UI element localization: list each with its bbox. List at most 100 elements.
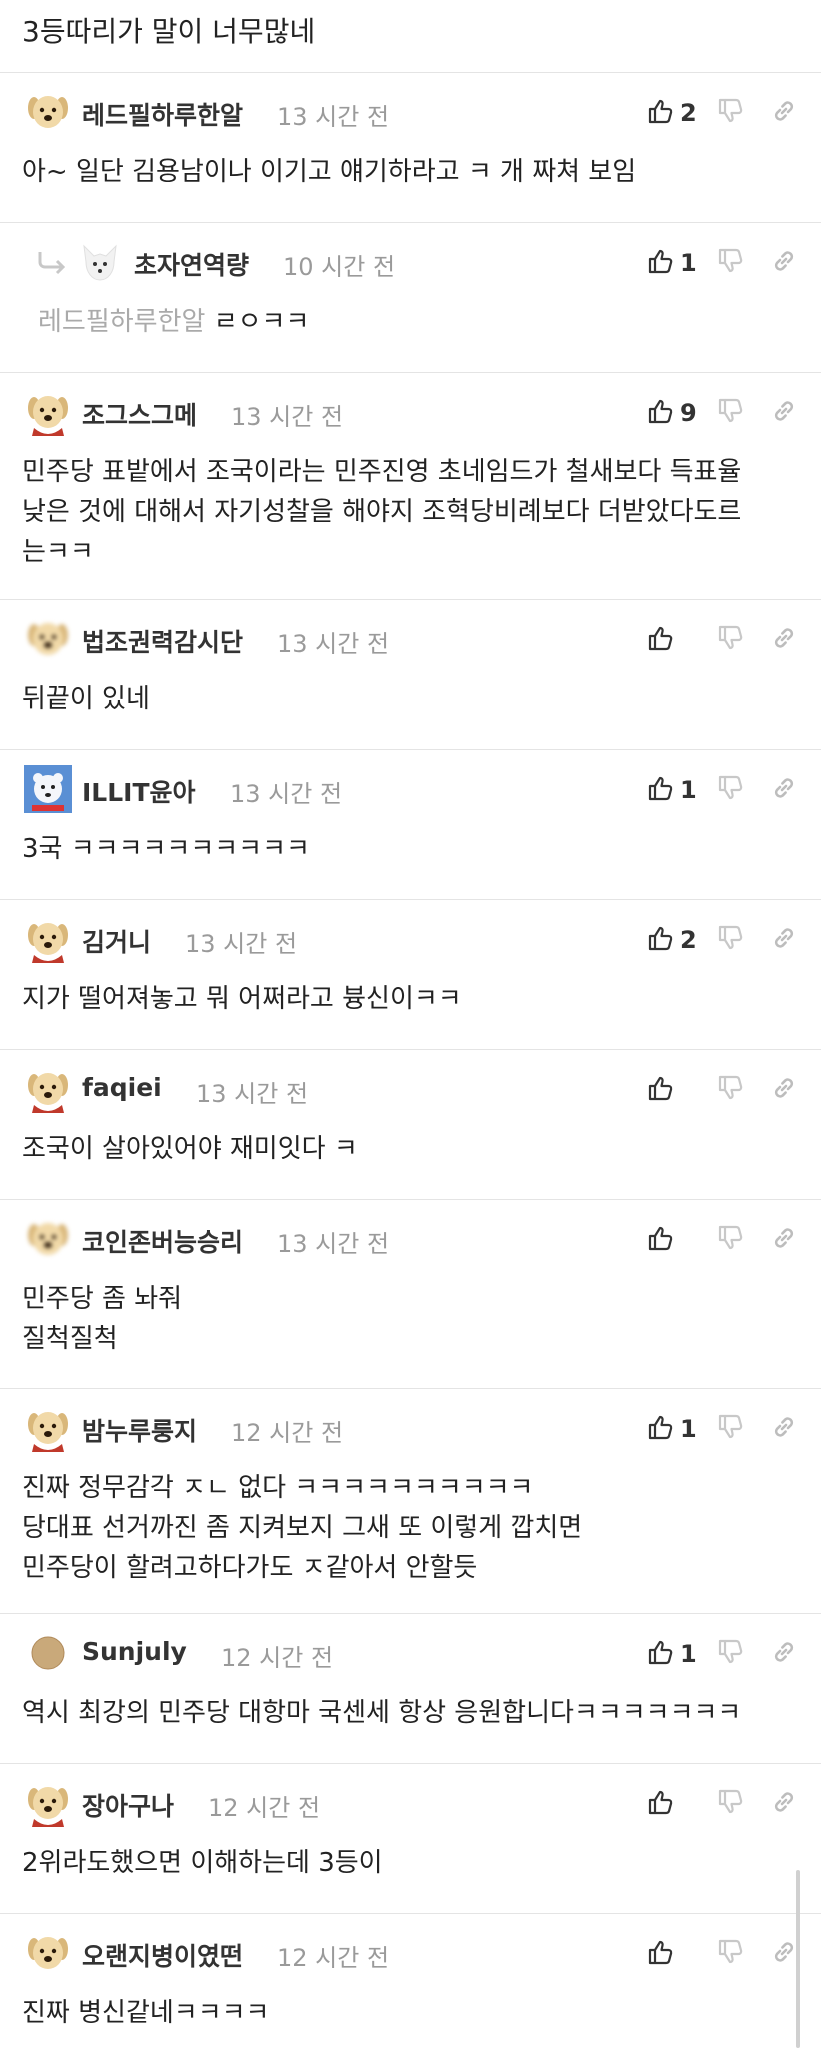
link-icon[interactable]: [770, 397, 798, 429]
thumbs-down-icon[interactable]: [716, 1638, 744, 1670]
thumbs-down-icon[interactable]: [716, 97, 744, 129]
thumbs-down-icon[interactable]: [716, 774, 744, 806]
comment-text: 진짜 병신같네ㅋㅋㅋㅋ: [22, 1998, 270, 2028]
avatar[interactable]: [24, 1779, 72, 1827]
comment-text: 질척질척: [22, 1324, 118, 1354]
reply-arrow-icon: [36, 248, 68, 280]
thumbs-down-icon[interactable]: [716, 1074, 744, 1106]
avatar[interactable]: [24, 388, 72, 436]
nickname[interactable]: 밤누루룽지: [82, 1412, 197, 1448]
comment-text: 낮은 것에 대해서 자기성찰을 해야지 조혁당비례보다 더받았다도르: [22, 497, 742, 527]
nickname[interactable]: 조그스그메: [82, 396, 197, 432]
avatar[interactable]: [76, 238, 124, 286]
avatar[interactable]: [24, 1629, 72, 1677]
timestamp: 12 시간 전: [221, 1644, 334, 1672]
like-count: 1: [680, 1640, 697, 1668]
like-button[interactable]: 2: [646, 97, 697, 129]
divider: [0, 1913, 821, 1914]
like-count: 2: [680, 99, 697, 127]
like-button[interactable]: 9: [646, 397, 697, 429]
avatar[interactable]: [24, 615, 72, 663]
divider: [0, 899, 821, 900]
thumbs-up-icon: [646, 774, 674, 806]
thumbs-down-icon[interactable]: [716, 1413, 744, 1445]
thumbs-down-icon[interactable]: [716, 924, 744, 956]
like-button[interactable]: [646, 624, 680, 656]
thumbs-down-icon[interactable]: [716, 1224, 744, 1256]
avatar[interactable]: [24, 765, 72, 813]
comment-text: 진짜 정무감각 ㅈㄴ 없다 ㅋㅋㅋㅋㅋㅋㅋㅋㅋㅋ: [22, 1473, 534, 1503]
like-button[interactable]: 1: [646, 1638, 697, 1670]
like-count: 1: [680, 776, 697, 804]
nickname[interactable]: 법조권력감시단: [82, 623, 243, 659]
link-icon[interactable]: [770, 1413, 798, 1445]
timestamp: 12 시간 전: [208, 1794, 321, 1822]
comment-text: 민주당이 할려고하다가도 ㅈ같아서 안할듯: [22, 1553, 478, 1583]
comment-text: 민주당 좀 놔줘: [22, 1284, 183, 1314]
divider: [0, 1049, 821, 1050]
comment-text: 아~ 일단 김용남이나 이기고 얘기하라고 ㅋ 개 짜쳐 보임: [22, 157, 637, 187]
link-icon[interactable]: [770, 1224, 798, 1256]
thumbs-down-icon[interactable]: [716, 247, 744, 279]
link-icon[interactable]: [770, 924, 798, 956]
thumbs-up-icon: [646, 1788, 674, 1820]
like-button[interactable]: 1: [646, 247, 697, 279]
nickname[interactable]: 오랜지병이였떤: [82, 1937, 243, 1973]
like-button[interactable]: 1: [646, 1413, 697, 1445]
nickname[interactable]: 김거니: [82, 923, 151, 959]
thumbs-down-icon[interactable]: [716, 397, 744, 429]
nickname[interactable]: Sunjuly: [82, 1637, 187, 1666]
nickname[interactable]: 레드필하루한알: [82, 96, 243, 132]
link-icon[interactable]: [770, 1938, 798, 1970]
nickname[interactable]: 장아구나: [82, 1787, 174, 1823]
like-button[interactable]: 1: [646, 774, 697, 806]
avatar[interactable]: [24, 88, 72, 136]
link-icon[interactable]: [770, 1074, 798, 1106]
link-icon[interactable]: [770, 774, 798, 806]
timestamp: 10 시간 전: [283, 253, 396, 281]
nickname[interactable]: 초자연역량: [134, 246, 249, 282]
reply-target[interactable]: 레드필하루한알: [38, 307, 205, 337]
comment-text: 당대표 선거까진 좀 지켜보지 그새 또 이렇게 깝치면: [22, 1513, 583, 1543]
link-icon[interactable]: [770, 1788, 798, 1820]
thumbs-down-icon[interactable]: [716, 624, 744, 656]
comment-body: 3등따리가 말이 너무많네: [22, 15, 316, 48]
comment-text: 2위라도했으면 이해하는데 3등이: [22, 1848, 383, 1878]
avatar[interactable]: [24, 915, 72, 963]
link-icon[interactable]: [770, 1638, 798, 1670]
comment-text: 역시 최강의 민주당 대항마 국센세 항상 응원합니다ㅋㅋㅋㅋㅋㅋㅋ: [22, 1698, 742, 1728]
link-icon[interactable]: [770, 624, 798, 656]
comment-text: 지가 떨어져놓고 뭐 어쩌라고 븅신이ㅋㅋ: [22, 984, 462, 1014]
comment-text: 민주당 표밭에서 조국이라는 민주진영 초네임드가 철새보다 득표율: [22, 457, 742, 487]
timestamp: 12 시간 전: [277, 1944, 390, 1972]
thumbs-up-icon: [646, 1074, 674, 1106]
link-icon[interactable]: [770, 247, 798, 279]
divider: [0, 72, 821, 73]
avatar[interactable]: [24, 1404, 72, 1452]
timestamp: 12 시간 전: [231, 1419, 344, 1447]
link-icon[interactable]: [770, 97, 798, 129]
comment-body: 레드필하루한알 ㄹㅇㅋㅋ: [38, 302, 309, 342]
timestamp: 13 시간 전: [230, 780, 343, 808]
like-button[interactable]: 2: [646, 924, 697, 956]
scrollbar[interactable]: [796, 1870, 800, 2048]
like-button[interactable]: [646, 1224, 680, 1256]
like-button[interactable]: [646, 1938, 680, 1970]
nickname[interactable]: faqiei: [82, 1073, 162, 1102]
avatar[interactable]: [24, 1929, 72, 1977]
thumbs-up-icon: [646, 924, 674, 956]
divider: [0, 222, 821, 223]
thumbs-down-icon[interactable]: [716, 1938, 744, 1970]
like-button[interactable]: [646, 1788, 680, 1820]
nickname[interactable]: ILLIT윤아: [82, 773, 196, 809]
divider: [0, 1613, 821, 1614]
comment-text: 3국 ㅋㅋㅋㅋㅋㅋㅋㅋㅋㅋ: [22, 834, 310, 864]
like-button[interactable]: [646, 1074, 680, 1106]
thumbs-up-icon: [646, 1938, 674, 1970]
thumbs-down-icon[interactable]: [716, 1788, 744, 1820]
avatar[interactable]: [24, 1065, 72, 1113]
thumbs-up-icon: [646, 1224, 674, 1256]
avatar[interactable]: [24, 1215, 72, 1263]
nickname[interactable]: 코인존버능승리: [82, 1223, 243, 1259]
thumbs-up-icon: [646, 397, 674, 429]
